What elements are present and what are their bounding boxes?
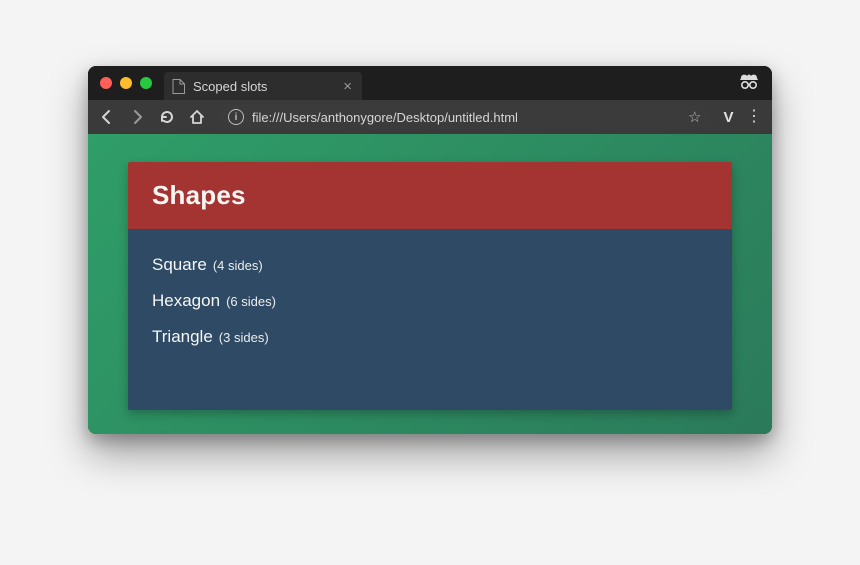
card-body: Square (4 sides) Hexagon (6 sides) Trian… xyxy=(128,229,732,410)
tab-title: Scoped slots xyxy=(193,79,335,94)
card-header: Shapes xyxy=(128,162,732,229)
site-info-icon[interactable]: i xyxy=(228,109,244,125)
browser-menu-button[interactable]: ⋮ xyxy=(746,109,762,125)
shape-name: Triangle xyxy=(152,327,213,347)
close-window-button[interactable] xyxy=(100,77,112,89)
shapes-card: Shapes Square (4 sides) Hexagon (6 sides… xyxy=(128,162,732,410)
tab-active[interactable]: Scoped slots × xyxy=(164,72,362,100)
list-item: Triangle (3 sides) xyxy=(152,319,708,355)
tab-close-button[interactable]: × xyxy=(343,79,352,94)
tab-strip: Scoped slots × xyxy=(88,66,772,100)
forward-button[interactable] xyxy=(128,108,146,126)
shape-name: Square xyxy=(152,255,207,275)
browser-window: Scoped slots × xyxy=(88,66,772,434)
list-item: Square (4 sides) xyxy=(152,247,708,283)
address-bar[interactable]: i file:///Users/anthonygore/Desktop/unti… xyxy=(218,105,711,129)
file-icon xyxy=(172,79,185,94)
vue-devtools-extension-icon[interactable]: V xyxy=(723,109,734,126)
shape-sides: (3 sides) xyxy=(219,330,269,345)
minimize-window-button[interactable] xyxy=(120,77,132,89)
home-button[interactable] xyxy=(188,108,206,126)
shape-sides: (4 sides) xyxy=(213,258,263,273)
shape-name: Hexagon xyxy=(152,291,220,311)
incognito-icon xyxy=(738,72,760,90)
reload-button[interactable] xyxy=(158,108,176,126)
page-viewport: Shapes Square (4 sides) Hexagon (6 sides… xyxy=(88,134,772,434)
list-item: Hexagon (6 sides) xyxy=(152,283,708,319)
page-title: Shapes xyxy=(152,180,708,211)
browser-toolbar: i file:///Users/anthonygore/Desktop/unti… xyxy=(88,100,772,134)
window-controls xyxy=(96,66,164,100)
url-text: file:///Users/anthonygore/Desktop/untitl… xyxy=(252,110,680,125)
shape-sides: (6 sides) xyxy=(226,294,276,309)
maximize-window-button[interactable] xyxy=(140,77,152,89)
back-button[interactable] xyxy=(98,108,116,126)
bookmark-star-icon[interactable]: ☆ xyxy=(688,108,701,126)
